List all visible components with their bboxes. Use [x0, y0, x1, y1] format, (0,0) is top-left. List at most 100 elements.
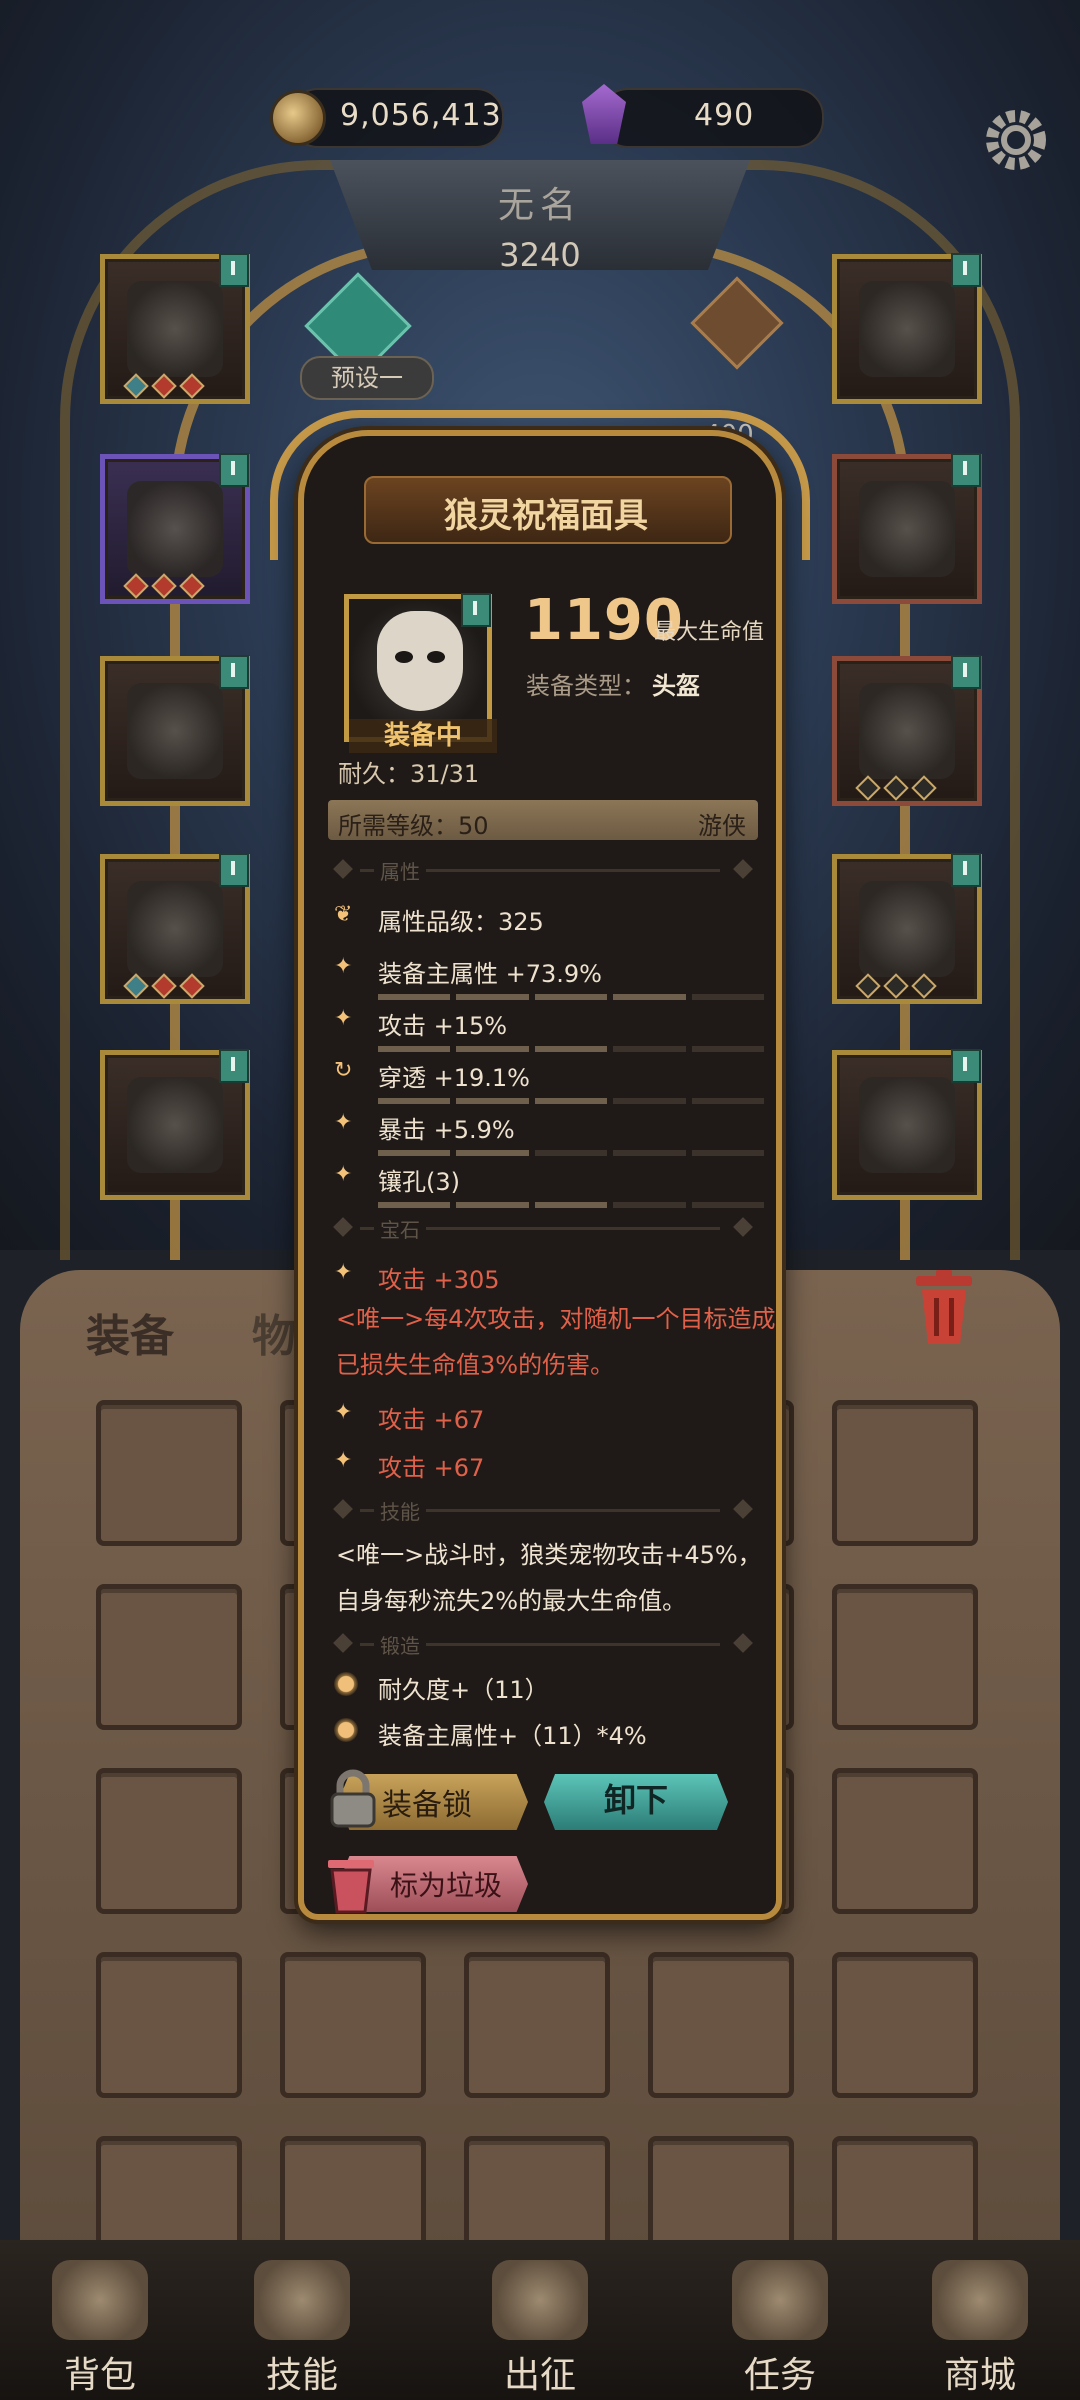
- inventory-cell[interactable]: [832, 1952, 978, 2098]
- section-label: 宝石: [374, 1214, 426, 1243]
- nav-backpack[interactable]: 背包: [20, 2240, 180, 2400]
- inventory-cell[interactable]: [280, 1952, 426, 2098]
- nav-label: 出征: [503, 2355, 576, 2396]
- equipped-badge: 装备中: [349, 719, 497, 753]
- nav-expedition[interactable]: 出征: [460, 2240, 620, 2400]
- inventory-cell[interactable]: [832, 1584, 978, 1730]
- hat-icon: [127, 281, 223, 377]
- equip-flag-icon: [951, 1049, 981, 1083]
- slot-shoulder[interactable]: [100, 655, 250, 806]
- inventory-cell[interactable]: [96, 1768, 242, 1914]
- slot-ring[interactable]: [832, 655, 982, 806]
- attribute-roll-bar: [378, 994, 765, 1000]
- tab-equipment[interactable]: 装备: [86, 1300, 174, 1364]
- gem-effect: 攻击 +67: [378, 1454, 485, 1482]
- inventory-cell[interactable]: [648, 1952, 794, 2098]
- unique-effect-text: <唯一>每4次攻击，对随机一个目标造成已损失生命值3%的伤害。: [336, 1305, 776, 1379]
- sparkle-icon: ✦: [334, 1162, 353, 1187]
- lotus-icon: ❦: [334, 902, 353, 927]
- slot-quiver[interactable]: [832, 1049, 982, 1200]
- durability: 耐久：31/31: [338, 760, 480, 788]
- forge-dot-icon: [334, 1672, 358, 1696]
- item-type-label: 装备类型：: [526, 672, 646, 700]
- section-gems: 宝石: [330, 1214, 760, 1243]
- nav-quests[interactable]: 任务: [700, 2240, 860, 2400]
- nav-label: 商城: [943, 2355, 1016, 2396]
- nav-label: 任务: [743, 2355, 816, 2396]
- slot-crossbow[interactable]: [832, 853, 982, 1004]
- required-class: 游侠: [698, 812, 746, 840]
- attribute-roll-bar: [378, 1150, 765, 1156]
- sparkle-icon: ✦: [334, 1110, 353, 1135]
- slot-armor[interactable]: [100, 453, 250, 604]
- section-label: 属性: [374, 856, 426, 885]
- sparkle-icon: ✦: [334, 1260, 353, 1285]
- item-title: 狼灵祝福面具: [444, 496, 648, 536]
- ring-icon: [859, 683, 955, 779]
- forge-dot-icon: [334, 1718, 358, 1742]
- gem-effect: 攻击 +67: [378, 1406, 485, 1434]
- character-name: 无名: [497, 185, 582, 226]
- refresh-icon: ↻: [334, 1058, 353, 1083]
- equip-flag-icon: [951, 853, 981, 887]
- slot-hat[interactable]: [100, 253, 250, 404]
- nav-shop[interactable]: 商城: [900, 2240, 1060, 2400]
- attribute-text: 暴击 +5.9%: [378, 1116, 515, 1144]
- bottom-nav: 背包 技能 出征 任务 商城: [0, 2240, 1080, 2400]
- preset-button[interactable]: 预设一: [300, 356, 434, 400]
- armor-icon: [127, 481, 223, 577]
- sparkle-icon: ✦: [334, 954, 353, 979]
- settings-gear-icon[interactable]: [976, 100, 1056, 180]
- equip-flag-icon: [219, 253, 249, 287]
- equip-flag-icon: [461, 593, 491, 627]
- bracers-icon: [859, 481, 955, 577]
- item-type-value: 头盔: [652, 672, 700, 700]
- slot-pants[interactable]: [100, 853, 250, 1004]
- attribute-text: 穿透 +19.1%: [378, 1064, 530, 1092]
- forge-effect: 装备主属性+（11）*4%: [378, 1722, 647, 1750]
- trash-icon[interactable]: [912, 1268, 976, 1348]
- equip-flag-icon: [951, 655, 981, 689]
- equip-flag-icon: [219, 453, 249, 487]
- slot-boots[interactable]: [100, 1049, 250, 1200]
- inventory-cell[interactable]: [96, 1400, 242, 1546]
- crossbow-icon: [859, 881, 955, 977]
- inventory-cell[interactable]: [832, 1400, 978, 1546]
- skill-text: <唯一>战斗时，狼类宠物攻击+45%，自身每秒流失2%的最大生命值。: [336, 1541, 762, 1615]
- nav-skills[interactable]: 技能: [222, 2240, 382, 2400]
- attribute-roll-bar: [378, 1046, 765, 1052]
- gold-coin-icon: [270, 90, 326, 146]
- gold-amount: 9,056,413: [340, 98, 502, 133]
- attribute-text: 装备主属性 +73.9%: [378, 960, 602, 988]
- inventory-cell[interactable]: [96, 1584, 242, 1730]
- lock-button-label: 装备锁: [382, 1788, 472, 1823]
- inventory-cell[interactable]: [96, 1952, 242, 2098]
- quest-scroll-icon: [732, 2260, 828, 2340]
- shop-icon: [932, 2260, 1028, 2340]
- pants-icon: [127, 881, 223, 977]
- section-label: 锻造: [374, 1630, 426, 1659]
- sparkle-icon: ✦: [334, 1448, 353, 1473]
- sparkle-icon: ✦: [334, 1006, 353, 1031]
- gem-effect: 攻击 +305: [378, 1266, 500, 1294]
- slot-necklace[interactable]: [832, 253, 982, 404]
- inventory-cell[interactable]: [832, 1768, 978, 1914]
- backpack-icon: [52, 2260, 148, 2340]
- attribute-text: 镶孔(3): [378, 1168, 460, 1196]
- section-label: 技能: [374, 1496, 426, 1525]
- attribute-roll-bar: [378, 1202, 765, 1208]
- equip-flag-icon: [219, 655, 249, 689]
- inventory-cell[interactable]: [464, 1952, 610, 2098]
- attribute-text: 攻击 +15%: [378, 1012, 508, 1040]
- equip-flag-icon: [219, 853, 249, 887]
- gem-amount: 490: [694, 98, 755, 133]
- quiver-icon: [859, 1077, 955, 1173]
- boots-icon: [127, 1077, 223, 1173]
- item-detail-popup: 狼灵祝福面具 装备中 1190 最大生命值 装备类型： 头盔 耐久：31/31 …: [298, 430, 782, 1920]
- equip-flag-icon: [951, 453, 981, 487]
- requirement-bar: 所需等级：50 游侠: [328, 800, 758, 840]
- shoulder-icon: [127, 683, 223, 779]
- mark-junk-label: 标为垃圾: [390, 1869, 503, 1902]
- slot-bracers[interactable]: [832, 453, 982, 604]
- unequip-button[interactable]: 卸下: [544, 1774, 728, 1830]
